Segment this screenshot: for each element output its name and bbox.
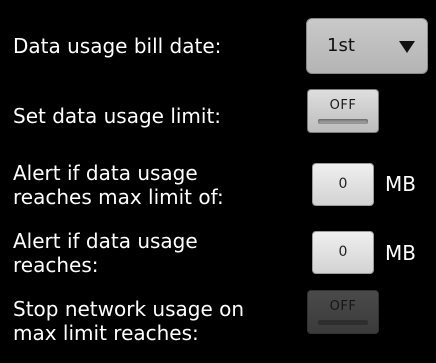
- stop-network-label: Stop network usage on max limit reaches:: [13, 297, 245, 345]
- data-limit-toggle-indicator: [318, 119, 368, 124]
- stop-network-toggle[interactable]: OFF: [307, 290, 379, 334]
- data-limit-label: Set data usage limit:: [13, 104, 222, 128]
- data-limit-toggle-label: OFF: [329, 98, 357, 113]
- max-alert-unit: MB: [385, 172, 416, 196]
- usage-alert-unit: MB: [385, 241, 416, 265]
- data-limit-toggle[interactable]: OFF: [307, 89, 379, 133]
- chevron-down-icon: [399, 41, 415, 53]
- usage-alert-input[interactable]: 0: [312, 231, 374, 274]
- bill-date-dropdown[interactable]: 1st: [306, 18, 428, 74]
- max-alert-input[interactable]: 0: [312, 163, 374, 206]
- max-alert-label: Alert if data usage reaches max limit of…: [13, 161, 224, 209]
- stop-network-toggle-indicator: [318, 320, 368, 325]
- bill-date-label: Data usage bill date:: [13, 34, 222, 58]
- usage-alert-label: Alert if data usage reaches:: [13, 229, 198, 277]
- bill-date-selected-value: 1st: [327, 35, 355, 56]
- stop-network-toggle-label: OFF: [329, 299, 357, 314]
